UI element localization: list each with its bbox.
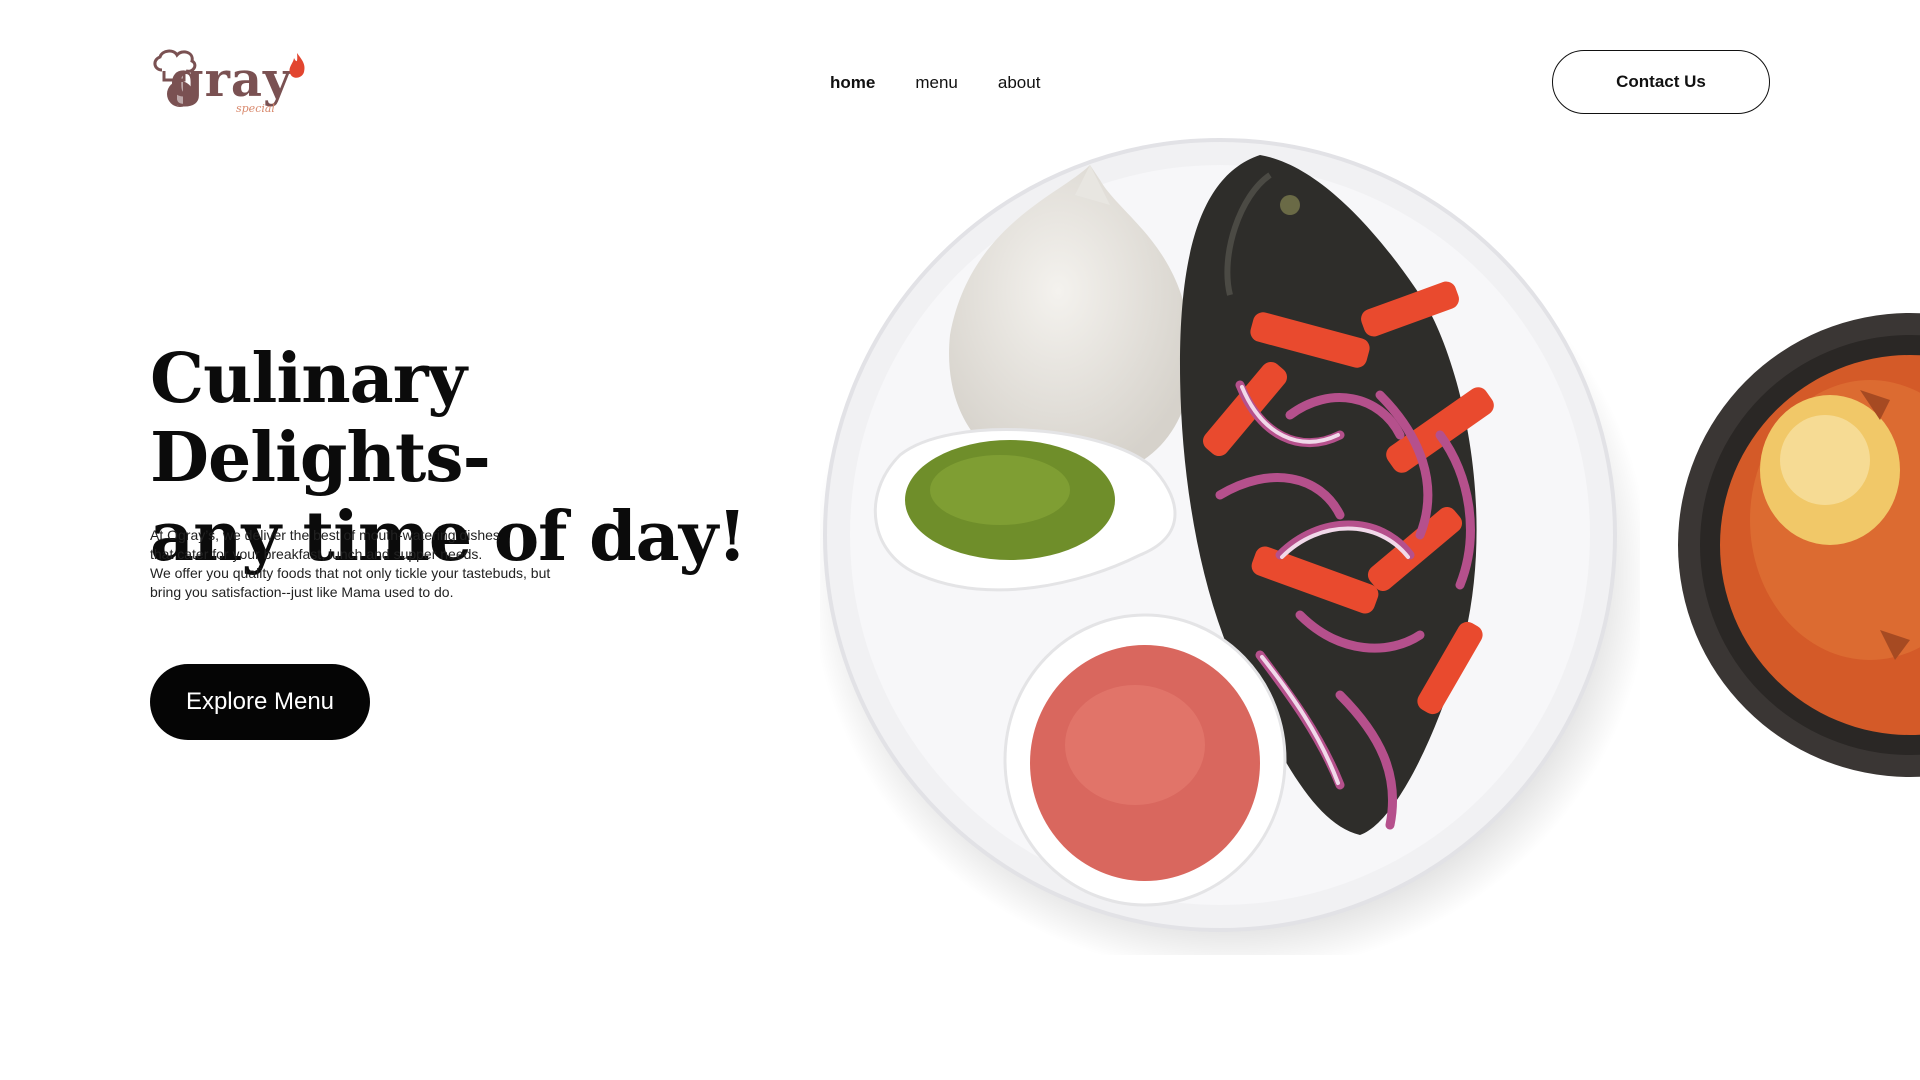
hero-desc-line-3: We offer you quality foods that not only… [150,565,551,581]
brand-name: gray [170,52,292,108]
hero-desc-line-4: bring you satisfaction--just like Mama u… [150,584,454,600]
nav-home[interactable]: home [830,73,875,93]
nav-about[interactable]: about [998,73,1041,93]
explore-menu-button[interactable]: Explore Menu [150,664,370,740]
main-nav: home menu about [830,73,1040,93]
hero-description: At Ogray’s, we deliver the best of mouth… [150,526,610,602]
flame-icon [289,53,305,78]
hero-title-line-1: Culinary Delights- [150,339,491,498]
hero-desc-line-1: At Ogray’s, we deliver the best of mouth… [150,527,500,543]
contact-us-button[interactable]: Contact Us [1552,50,1770,114]
nav-menu[interactable]: menu [915,73,958,93]
light-soup-bowl-image [1678,313,1920,777]
brand-subtitle: special [236,102,275,115]
hero-desc-line-2: that cater for your breakfast, lunch and… [150,546,483,562]
grilled-tilapia-plate-image [820,138,1640,955]
brand-logo[interactable]: gray special [150,48,320,118]
